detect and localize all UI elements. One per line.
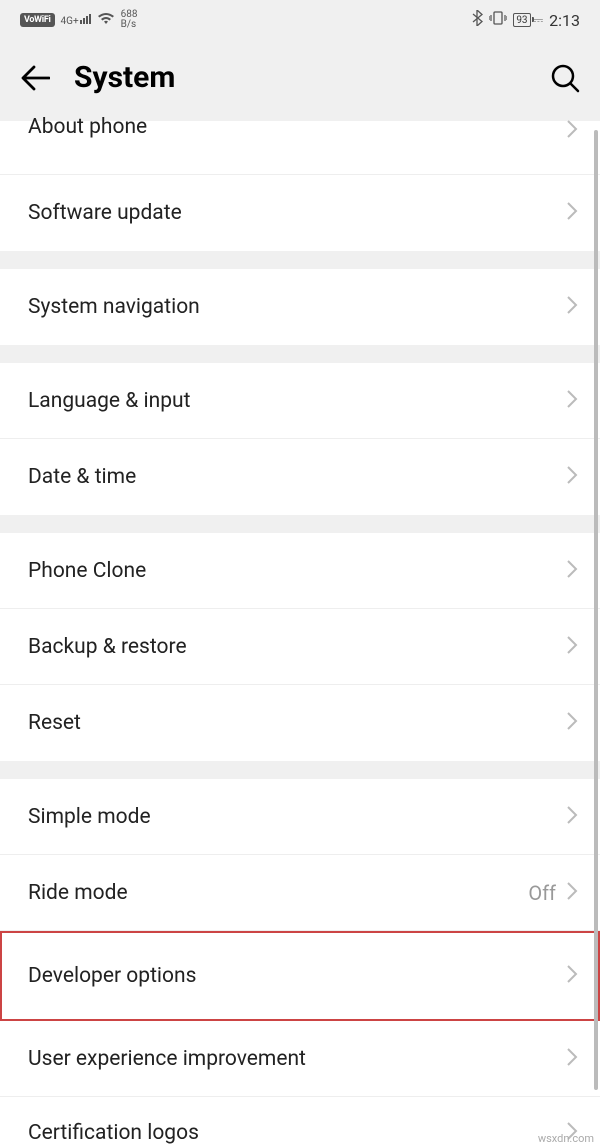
row-simple-mode[interactable]: Simple mode <box>0 779 600 855</box>
chevron-right-icon <box>566 559 578 583</box>
status-bar: VoWiFi 4G+ 688 B/s 93 ⎓ 2:13 <box>0 0 600 36</box>
status-left: VoWiFi 4G+ 688 B/s <box>20 10 138 30</box>
watermark: wsxdn.com <box>538 1132 594 1145</box>
row-phone-clone[interactable]: Phone Clone <box>0 533 600 609</box>
row-label: Reset <box>28 711 81 735</box>
row-about-phone[interactable]: About phone <box>0 121 600 175</box>
row-ride-mode[interactable]: Ride mode Off <box>0 855 600 931</box>
chevron-right-icon <box>566 201 578 225</box>
signal-indicator: 4G+ <box>61 14 91 27</box>
section-language: Language & input Date & time <box>0 363 600 515</box>
row-label: Simple mode <box>28 805 151 829</box>
row-date-time[interactable]: Date & time <box>0 439 600 515</box>
settings-list: About phone Software update System navig… <box>0 121 600 1147</box>
row-label: Certification logos <box>28 1121 199 1145</box>
section-navigation: System navigation <box>0 269 600 345</box>
row-backup-restore[interactable]: Backup & restore <box>0 609 600 685</box>
chevron-right-icon <box>566 881 578 905</box>
section-backup: Phone Clone Backup & restore Reset <box>0 533 600 761</box>
page-title: System <box>74 60 526 95</box>
row-label: About phone <box>28 115 147 139</box>
vibrate-icon <box>489 11 507 29</box>
chevron-right-icon <box>566 1047 578 1071</box>
chevron-right-icon <box>566 389 578 413</box>
row-reset[interactable]: Reset <box>0 685 600 761</box>
section-modes: Simple mode Ride mode Off Developer opti… <box>0 779 600 1147</box>
scrollbar[interactable] <box>594 130 598 1090</box>
row-label: Software update <box>28 201 182 225</box>
back-arrow-icon[interactable] <box>20 65 50 91</box>
search-icon[interactable] <box>550 63 580 93</box>
row-value: Off <box>528 881 556 905</box>
chevron-right-icon <box>566 295 578 319</box>
row-language-input[interactable]: Language & input <box>0 363 600 439</box>
row-label: Phone Clone <box>28 559 146 583</box>
section-about: About phone Software update <box>0 121 600 251</box>
vowifi-badge: VoWiFi <box>20 13 55 27</box>
battery-charge-icon: ⎓ <box>534 13 544 28</box>
row-label: Developer options <box>28 964 196 988</box>
row-label: Language & input <box>28 389 190 413</box>
network-speed: 688 B/s <box>121 10 138 30</box>
row-label: User experience improvement <box>28 1047 306 1071</box>
row-system-navigation[interactable]: System navigation <box>0 269 600 345</box>
row-label: Date & time <box>28 465 136 489</box>
row-label: Backup & restore <box>28 635 187 659</box>
wifi-icon <box>97 11 115 29</box>
status-right: 93 ⎓ 2:13 <box>472 10 580 30</box>
row-software-update[interactable]: Software update <box>0 175 600 251</box>
row-user-experience[interactable]: User experience improvement <box>0 1021 600 1097</box>
chevron-right-icon <box>566 805 578 829</box>
chevron-right-icon <box>566 119 578 143</box>
bluetooth-icon <box>472 10 483 30</box>
clock: 2:13 <box>549 11 580 30</box>
chevron-right-icon <box>566 635 578 659</box>
row-label: Ride mode <box>28 881 128 905</box>
row-label: System navigation <box>28 295 200 319</box>
chevron-right-icon <box>566 964 578 988</box>
chevron-right-icon <box>566 711 578 735</box>
battery-indicator: 93 <box>513 13 530 27</box>
chevron-right-icon <box>566 465 578 489</box>
row-developer-options[interactable]: Developer options <box>0 931 600 1021</box>
header: System <box>0 36 600 121</box>
row-certification-logos[interactable]: Certification logos <box>0 1097 600 1147</box>
